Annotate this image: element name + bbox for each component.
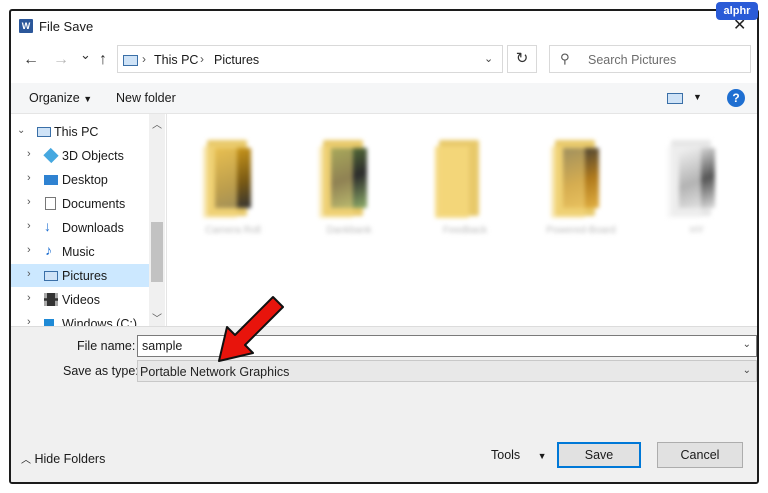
- sidebar-item-label: 3D Objects: [62, 149, 124, 163]
- documents-icon: [45, 197, 56, 210]
- search-placeholder: Search Pictures: [588, 53, 677, 67]
- downloads-icon: ↓: [44, 218, 51, 234]
- forward-arrow-icon[interactable]: →: [53, 51, 69, 69]
- search-input[interactable]: ⚲ Search Pictures: [549, 45, 751, 73]
- collapsed-chevron-icon[interactable]: ›: [27, 172, 31, 184]
- view-options-icon[interactable]: [667, 93, 683, 104]
- folder-name: Powered-Board: [546, 225, 616, 236]
- 3d-objects-icon: [43, 147, 59, 164]
- dropdown-triangle-icon: ▼: [537, 451, 547, 461]
- sidebar-item-label: Music: [62, 245, 95, 259]
- sidebar-item-label: Pictures: [62, 269, 108, 283]
- file-name-value: sample: [142, 339, 183, 353]
- save-button[interactable]: Save: [557, 442, 641, 468]
- word-app-icon: W: [19, 19, 33, 33]
- folder-icon[interactable]: [203, 136, 263, 220]
- videos-icon: [44, 293, 58, 306]
- title-bar: W File Save ✕: [11, 11, 757, 41]
- pc-icon: [37, 127, 51, 137]
- chevron-down-icon[interactable]: ⌄: [743, 365, 751, 376]
- address-dropdown-icon[interactable]: ⌄: [484, 52, 493, 65]
- sidebar-item-label: This PC: [54, 125, 99, 139]
- folder-name: Camera Roll: [205, 225, 261, 236]
- file-name-label: File name:: [77, 339, 136, 353]
- sidebar-item-this-pc[interactable]: ⌄ This PC: [11, 120, 149, 143]
- organize-menu-button[interactable]: Organize ▼: [29, 91, 92, 105]
- hide-folders-button[interactable]: ︿ Hide Folders: [21, 451, 105, 466]
- collapsed-chevron-icon[interactable]: ›: [27, 196, 31, 208]
- save-as-type-label: Save as type:: [63, 364, 139, 378]
- address-bar[interactable]: › This PC › Pictures ⌄: [117, 45, 503, 73]
- folder-name: HY: [690, 225, 704, 236]
- sidebar-item-documents[interactable]: › Documents: [11, 192, 149, 215]
- scrollbar-thumb[interactable]: [151, 222, 163, 282]
- sidebar-item-3d-objects[interactable]: › 3D Objects: [11, 144, 149, 167]
- collapsed-chevron-icon[interactable]: ›: [27, 316, 31, 326]
- desktop-icon: [44, 175, 58, 185]
- file-save-dialog: W File Save ✕ ← → ⌄ ↑ › This PC › Pictur…: [9, 9, 759, 484]
- folder-name: Feedback: [443, 225, 487, 236]
- sidebar-item-desktop[interactable]: › Desktop: [11, 168, 149, 191]
- sidebar-item-downloads[interactable]: › ↓ Downloads: [11, 216, 149, 239]
- navigation-pane: ⌄ This PC › 3D Objects › Desktop › Docum…: [11, 114, 167, 326]
- sidebar-scrollbar[interactable]: ︿ ﹀: [149, 114, 165, 326]
- pc-icon: [123, 55, 138, 66]
- red-arrow-annotation: [218, 296, 284, 362]
- chevron-down-icon[interactable]: ⌄: [743, 339, 751, 350]
- collapsed-chevron-icon[interactable]: ›: [27, 292, 31, 304]
- new-folder-button[interactable]: New folder: [116, 91, 176, 105]
- view-dropdown-icon[interactable]: ▼: [693, 92, 702, 102]
- chevron-up-icon: ︿: [21, 455, 31, 466]
- refresh-button[interactable]: ↻: [507, 45, 537, 73]
- folder-icon[interactable]: [435, 136, 495, 220]
- help-icon[interactable]: ?: [727, 89, 745, 107]
- sidebar-item-label: Videos: [62, 293, 100, 307]
- collapsed-chevron-icon[interactable]: ›: [27, 148, 31, 160]
- sidebar-item-windows-c[interactable]: › Windows (C:): [11, 312, 149, 326]
- window-title: File Save: [39, 19, 94, 34]
- sidebar-item-label: Windows (C:): [62, 317, 138, 326]
- music-icon: ♪: [45, 242, 52, 258]
- breadcrumb-separator-icon: ›: [142, 52, 146, 66]
- drive-icon: [44, 319, 54, 326]
- folder-name: Dankbank: [326, 225, 372, 236]
- collapsed-chevron-icon[interactable]: ›: [27, 268, 31, 280]
- sidebar-item-label: Downloads: [62, 221, 124, 235]
- collapsed-chevron-icon[interactable]: ›: [27, 220, 31, 232]
- back-arrow-icon[interactable]: ←: [23, 51, 39, 69]
- scroll-down-icon[interactable]: ﹀: [152, 310, 162, 325]
- sidebar-item-videos[interactable]: › Videos: [11, 288, 149, 311]
- breadcrumb-pictures[interactable]: Pictures: [214, 53, 259, 67]
- collapsed-chevron-icon[interactable]: ›: [27, 244, 31, 256]
- up-arrow-icon[interactable]: ↑: [99, 51, 107, 69]
- search-icon: ⚲: [560, 51, 570, 66]
- sidebar-item-music[interactable]: › ♪ Music: [11, 240, 149, 263]
- sidebar-item-label: Desktop: [62, 173, 108, 187]
- sidebar-item-label: Documents: [62, 197, 126, 211]
- command-toolbar: Organize ▼ New folder ▼ ?: [11, 83, 757, 114]
- folder-icon[interactable]: [551, 136, 611, 220]
- breadcrumb-this-pc[interactable]: This PC: [154, 53, 198, 67]
- sidebar-item-pictures[interactable]: › Pictures: [11, 264, 149, 287]
- folder-icon[interactable]: [667, 136, 727, 220]
- breadcrumb-separator-icon: ›: [200, 52, 204, 66]
- cancel-button[interactable]: Cancel: [657, 442, 743, 468]
- expanded-chevron-icon[interactable]: ⌄: [17, 125, 25, 136]
- tools-menu-button[interactable]: Tools ▼: [491, 448, 547, 462]
- alphr-watermark: alphr: [716, 2, 758, 20]
- recent-locations-chevron-icon[interactable]: ⌄: [80, 47, 91, 63]
- folder-icon[interactable]: [319, 136, 379, 220]
- pictures-icon: [44, 271, 58, 281]
- scroll-up-icon[interactable]: ︿: [152, 116, 162, 131]
